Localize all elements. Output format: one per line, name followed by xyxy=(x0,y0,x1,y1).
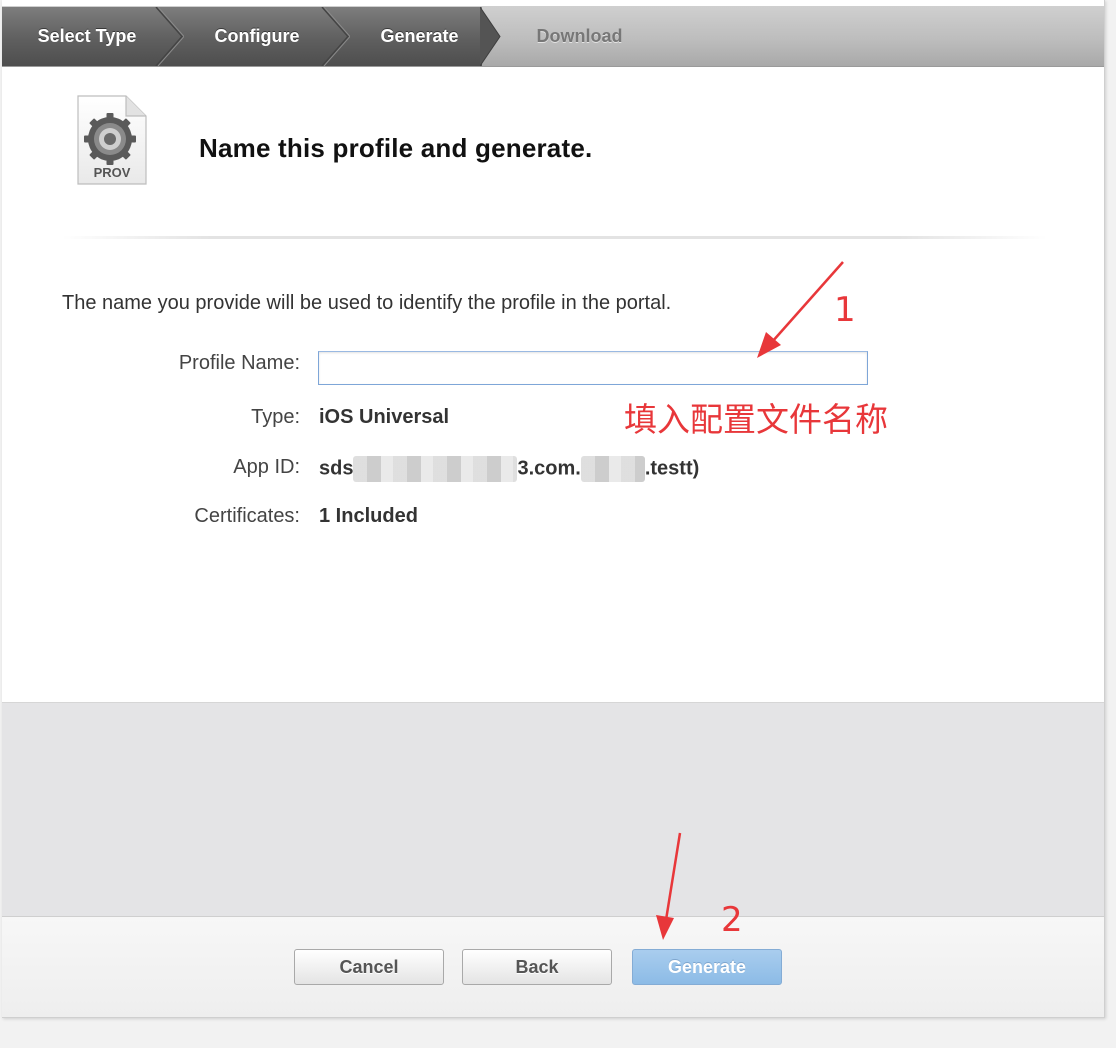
step-generate: Generate xyxy=(380,26,459,46)
app-id-value: sds 3.com. .testt) xyxy=(319,456,699,482)
wizard-panel: Select Type Configure Generate Download xyxy=(2,0,1105,1018)
step-separator-icon xyxy=(155,7,184,66)
step-configure: Configure xyxy=(214,26,300,46)
step-select-type: Select Type xyxy=(37,26,137,46)
redacted-block xyxy=(353,456,518,482)
annotation-number-1: 1 xyxy=(834,290,856,330)
description-text: The name you provide will be used to ide… xyxy=(62,292,672,314)
back-button[interactable]: Back xyxy=(462,949,612,985)
redacted-block xyxy=(580,456,645,482)
certificates-label: Certificates: xyxy=(194,505,300,527)
step-separator-icon xyxy=(321,7,350,66)
svg-text:PROV: PROV xyxy=(94,165,131,180)
cancel-button[interactable]: Cancel xyxy=(294,949,444,985)
generate-button[interactable]: Generate xyxy=(632,949,782,985)
app-id-suffix: .testt) xyxy=(644,457,700,480)
page-title: Name this profile and generate. xyxy=(199,133,593,163)
top-border xyxy=(2,0,1104,7)
annotation-text-fill-profile-name: 填入配置文件名称 xyxy=(624,400,888,439)
step-bar: Select Type Configure Generate Download xyxy=(2,7,1104,67)
type-value: iOS Universal xyxy=(319,406,450,428)
current-step-arrow-icon xyxy=(480,7,501,66)
profile-name-label: Profile Name: xyxy=(178,352,300,374)
header-divider xyxy=(62,236,1047,239)
type-label: Type: xyxy=(251,406,300,428)
app-id-middle: 3.com. xyxy=(517,457,581,480)
prov-document-icon: PROV xyxy=(77,95,147,185)
certificates-value: 1 Included xyxy=(319,505,418,527)
app-id-prefix: sds xyxy=(319,457,354,480)
content-gray-area xyxy=(2,702,1104,917)
step-download: Download xyxy=(536,26,623,46)
annotation-number-2: 2 xyxy=(721,900,743,940)
app-id-label: App ID: xyxy=(233,456,300,478)
profile-name-input[interactable] xyxy=(318,351,868,385)
